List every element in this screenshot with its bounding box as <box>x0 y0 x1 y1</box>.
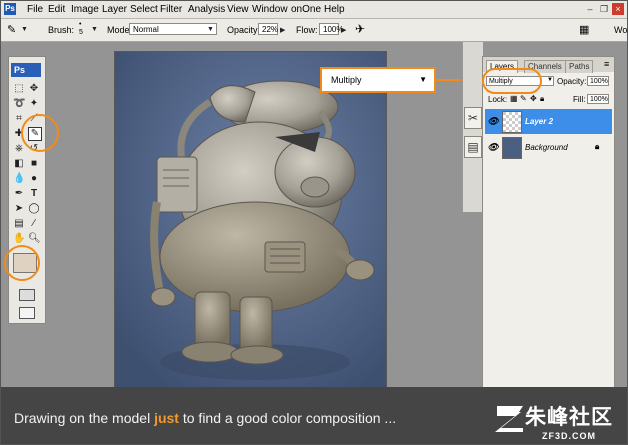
brush-label: Brush: <box>48 25 75 35</box>
lock-all-icon[interactable]: 🔒︎ <box>540 94 544 104</box>
menu-onone[interactable]: onOne <box>291 4 321 15</box>
brush-highlight-ring <box>21 114 59 152</box>
menu-select[interactable]: Select <box>130 4 158 15</box>
hand-tool-icon[interactable]: ✋ <box>13 233 25 245</box>
screenshot-frame: Ps File Edit Image Layer Select Filter A… <box>0 0 628 445</box>
lasso-tool-icon[interactable]: ➰ <box>13 98 25 110</box>
brush-tool-icon[interactable]: ✎ <box>7 23 16 36</box>
menu-layer[interactable]: Layer <box>102 4 127 15</box>
blur-tool-icon[interactable]: 💧 <box>13 173 25 185</box>
menu-file[interactable]: File <box>27 4 43 15</box>
marquee-tool-icon[interactable]: ⬚ <box>13 83 25 95</box>
chevron-down-icon: ▼ <box>419 75 427 84</box>
menu-edit[interactable]: Edit <box>48 4 65 15</box>
gradient-tool-icon[interactable]: ■ <box>28 158 40 170</box>
layer-fill-field[interactable]: 100% <box>587 94 609 104</box>
menu-window[interactable]: Window <box>252 4 288 15</box>
blend-mode-callout: Multiply ▼ <box>320 67 436 93</box>
palette-well-icon[interactable]: ▦ <box>579 23 589 36</box>
swatch-highlight-ring <box>4 245 40 281</box>
app-icon: Ps <box>4 3 16 15</box>
layer-row-layer-2[interactable]: 👁︎ Layer 2 <box>485 109 612 134</box>
menu-help[interactable]: Help <box>324 4 345 15</box>
menu-bar: Ps File Edit Image Layer Select Filter A… <box>1 1 627 19</box>
dodge-tool-icon[interactable]: ● <box>28 173 40 185</box>
toolbox-logo: Ps <box>11 63 41 77</box>
callout-blend-mode: Multiply <box>331 75 362 85</box>
restore-icon[interactable]: ❐ <box>598 3 610 15</box>
options-bar: ✎ ▼ Brush: • 5 ▼ Mode: Normal ▼ Opacity:… <box>1 19 627 42</box>
opacity-label: Opacity: <box>227 25 261 35</box>
close-icon[interactable]: × <box>612 3 624 15</box>
tools-panel-icon[interactable]: ✂ <box>464 107 482 129</box>
notes-tool-icon[interactable]: ▤ <box>13 218 25 230</box>
opacity-field[interactable]: 22% <box>258 23 278 35</box>
document-canvas[interactable] <box>114 51 387 389</box>
lock-label: Lock: <box>488 95 508 104</box>
mode-select[interactable]: Normal <box>129 23 217 35</box>
menu-view[interactable]: View <box>227 4 249 15</box>
minimize-icon[interactable]: – <box>584 3 596 15</box>
watermark-domain: ZF3D.COM <box>542 431 596 441</box>
shape-tool-icon[interactable]: ◯ <box>28 203 40 215</box>
pen-tool-icon[interactable]: ✒ <box>13 188 25 200</box>
zoom-tool-icon[interactable]: 🔍︎ <box>28 233 41 245</box>
watermark-brand: 朱峰社区 ZF3D.COM <box>525 401 613 441</box>
layer-thumbnail <box>502 137 522 159</box>
menu-analysis[interactable]: Analysis <box>188 4 225 15</box>
magic-wand-tool-icon[interactable]: ✦ <box>28 98 40 110</box>
layers-panel: Layers Channels Paths ≡ Multiply ▼ Opaci… <box>482 56 615 389</box>
layer-name: Layer 2 <box>525 117 554 126</box>
blend-chevron-icon[interactable]: ▼ <box>547 77 553 83</box>
opacity-label: Opacity: <box>557 77 587 86</box>
robot-illustration <box>115 52 386 388</box>
mode-chevron-icon[interactable]: ▼ <box>207 26 214 33</box>
quick-mask-icon[interactable] <box>19 289 35 301</box>
layer-name: Background <box>525 143 568 152</box>
caption-text: Drawing on the model just to find a good… <box>14 410 396 426</box>
watermark-logo-icon <box>495 406 523 432</box>
fill-label: Fill: <box>573 95 586 104</box>
watermark-chinese: 朱峰社区 <box>525 406 613 429</box>
lock-row: Lock: ▦ ✎ ✥ 🔒︎ Fill: 100% <box>483 93 614 108</box>
toolbox: Ps ⬚ ✥ ➰ ✦ ⌗ ⟋ ✚ ✎ ⎈ ↺ ◧ ■ 💧 ● ✒ T ➤ ◯ ▤… <box>8 56 46 324</box>
screen-mode-icon[interactable] <box>19 307 35 319</box>
tab-paths[interactable]: Paths <box>565 60 594 73</box>
flow-label: Flow: <box>296 25 318 35</box>
layer-row-background[interactable]: 👁︎ Background 🔒︎ <box>485 135 612 160</box>
airbrush-icon[interactable]: ✈ <box>355 22 365 36</box>
caption-after: to find a good color composition ... <box>178 410 397 426</box>
layer-thumbnail <box>502 111 522 133</box>
flow-field[interactable]: 100% <box>319 23 343 35</box>
eraser-tool-icon[interactable]: ◧ <box>13 158 25 170</box>
eye-icon[interactable]: 👁︎ <box>487 142 499 152</box>
layer-opacity-field[interactable]: 100% <box>587 76 609 86</box>
menu-filter[interactable]: Filter <box>160 4 182 15</box>
menu-image[interactable]: Image <box>71 4 99 15</box>
lock-pixels-icon[interactable]: ✎ <box>520 94 527 103</box>
info-panel-icon[interactable]: ▤ <box>464 136 482 158</box>
lock-position-icon[interactable]: ✥ <box>530 94 537 103</box>
chevron-down-icon[interactable]: ▼ <box>21 26 28 33</box>
brush-size: 5 <box>79 29 83 36</box>
opacity-slider-icon[interactable]: ▶ <box>280 26 285 34</box>
brush-preview-icon[interactable]: • <box>79 21 81 28</box>
type-tool-icon[interactable]: T <box>28 188 40 200</box>
move-tool-icon[interactable]: ✥ <box>28 83 40 95</box>
lock-transparency-icon[interactable]: ▦ <box>510 94 518 103</box>
panel-menu-icon[interactable]: ≡ <box>604 59 609 69</box>
caption-before: Drawing on the model <box>14 410 155 426</box>
path-selection-tool-icon[interactable]: ➤ <box>13 203 25 215</box>
eye-icon[interactable]: 👁︎ <box>487 116 499 126</box>
lock-icon: 🔒︎ <box>595 142 600 151</box>
caption-highlight: just <box>154 410 179 426</box>
brush-picker-chevron-icon[interactable]: ▼ <box>91 26 98 33</box>
workspace-label[interactable]: Wo <box>614 25 627 35</box>
clone-stamp-tool-icon[interactable]: ⎈ <box>13 143 25 155</box>
eyedropper-tool-icon[interactable]: ⁄ <box>28 218 40 230</box>
flow-slider-icon[interactable]: ▶ <box>341 26 346 34</box>
blend-highlight-ring <box>482 68 542 94</box>
